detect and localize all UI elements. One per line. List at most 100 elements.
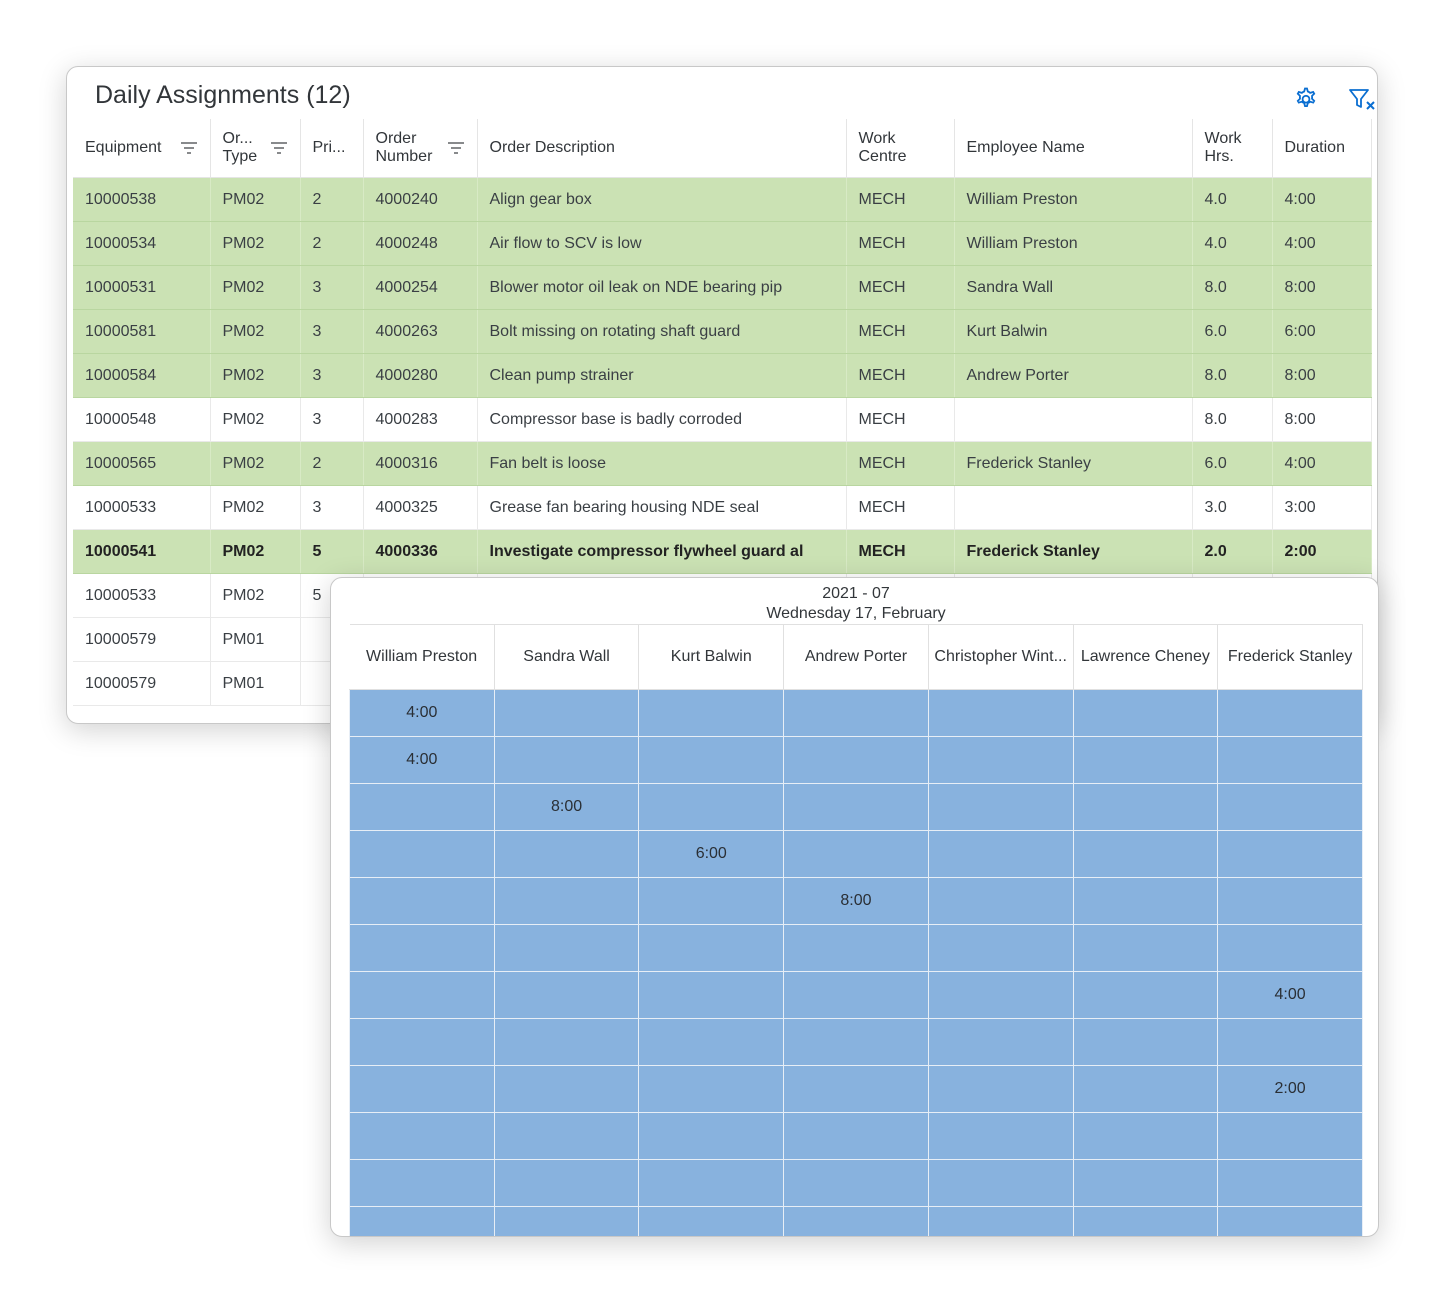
- calendar-slot[interactable]: [349, 830, 495, 878]
- calendar-slot[interactable]: [783, 830, 929, 878]
- column-header-work-hrs[interactable]: Work Hrs.: [1192, 119, 1273, 178]
- calendar-slot[interactable]: [1072, 783, 1219, 831]
- column-filter-icon[interactable]: [447, 141, 465, 155]
- calendar-slot[interactable]: [1072, 924, 1219, 972]
- calendar-slot[interactable]: [349, 783, 495, 831]
- calendar-slot[interactable]: 8:00: [493, 783, 640, 831]
- table-row[interactable]: 10000541 PM02 5 4000336 Investigate compress…: [73, 529, 1372, 574]
- calendar-slot[interactable]: [1217, 1018, 1363, 1066]
- calendar-slot[interactable]: [927, 1065, 1074, 1113]
- calendar-slot[interactable]: 4:00: [349, 736, 495, 784]
- calendar-slot[interactable]: [1217, 924, 1363, 972]
- calendar-slot[interactable]: [493, 1065, 640, 1113]
- calendar-slot[interactable]: [1217, 736, 1363, 784]
- calendar-slot[interactable]: 8:00: [783, 877, 929, 925]
- table-row[interactable]: 10000531 PM02 3 4000254 Blower motor oil lea…: [73, 265, 1372, 310]
- calendar-slot[interactable]: 4:00: [349, 689, 495, 737]
- calendar-slot[interactable]: [1217, 877, 1363, 925]
- calendar-slot[interactable]: [1072, 1018, 1219, 1066]
- calendar-slot[interactable]: [1072, 877, 1219, 925]
- column-header-equipment[interactable]: Equipment: [73, 119, 211, 178]
- calendar-slot[interactable]: [1072, 736, 1219, 784]
- calendar-slot[interactable]: [349, 1065, 495, 1113]
- calendar-slot[interactable]: [638, 1018, 785, 1066]
- calendar-slot[interactable]: [638, 1065, 785, 1113]
- calendar-slot[interactable]: 6:00: [638, 830, 785, 878]
- calendar-slot[interactable]: [783, 971, 929, 1019]
- calendar-slot[interactable]: [783, 1065, 929, 1113]
- calendar-slot[interactable]: [927, 1018, 1074, 1066]
- calendar-slot[interactable]: [1217, 830, 1363, 878]
- calendar-slot[interactable]: [1217, 689, 1363, 737]
- calendar-slot[interactable]: [1217, 1159, 1363, 1207]
- calendar-slot[interactable]: [493, 1206, 640, 1236]
- calendar-slot[interactable]: [783, 689, 929, 737]
- calendar-slot[interactable]: [783, 1159, 929, 1207]
- calendar-slot[interactable]: 2:00: [1217, 1065, 1363, 1113]
- calendar-slot[interactable]: [1217, 783, 1363, 831]
- calendar-slot[interactable]: [1072, 689, 1219, 737]
- calendar-slot[interactable]: [783, 924, 929, 972]
- calendar-slot[interactable]: [349, 971, 495, 1019]
- calendar-slot[interactable]: [783, 1112, 929, 1160]
- calendar-slot[interactable]: [1072, 830, 1219, 878]
- calendar-slot[interactable]: [349, 924, 495, 972]
- calendar-slot[interactable]: [927, 1112, 1074, 1160]
- calendar-slot[interactable]: [1217, 1112, 1363, 1160]
- gear-icon[interactable]: [1291, 85, 1319, 113]
- column-filter-icon[interactable]: [270, 141, 288, 155]
- calendar-slot[interactable]: [493, 1112, 640, 1160]
- calendar-slot[interactable]: [927, 971, 1074, 1019]
- calendar-slot[interactable]: [1072, 1159, 1219, 1207]
- calendar-slot[interactable]: [349, 1159, 495, 1207]
- calendar-slot[interactable]: [1072, 971, 1219, 1019]
- calendar-slot[interactable]: [493, 736, 640, 784]
- calendar-slot[interactable]: [349, 877, 495, 925]
- calendar-slot[interactable]: [927, 783, 1074, 831]
- table-row[interactable]: 10000581 PM02 3 4000263 Bolt missing on rota…: [73, 309, 1372, 354]
- calendar-slot[interactable]: [638, 924, 785, 972]
- calendar-slot[interactable]: [493, 1018, 640, 1066]
- column-header-priority[interactable]: Pri...: [300, 119, 364, 178]
- filter-clear-icon[interactable]: [1347, 85, 1377, 113]
- calendar-slot[interactable]: [783, 1206, 929, 1236]
- table-row[interactable]: 10000534 PM02 2 4000248 Air flow to SCV is l…: [73, 221, 1372, 266]
- calendar-slot[interactable]: [638, 971, 785, 1019]
- calendar-slot[interactable]: [1072, 1112, 1219, 1160]
- calendar-slot[interactable]: [493, 1159, 640, 1207]
- table-row[interactable]: 10000538 PM02 2 4000240 Align gear box MECH Wi…: [73, 177, 1372, 222]
- calendar-slot[interactable]: [1072, 1206, 1219, 1236]
- calendar-slot[interactable]: [493, 924, 640, 972]
- calendar-slot[interactable]: [927, 830, 1074, 878]
- column-header-employee-name[interactable]: Employee Name: [954, 119, 1193, 178]
- calendar-slot[interactable]: [493, 689, 640, 737]
- table-row[interactable]: 10000548 PM02 3 4000283 Compressor base is b…: [73, 397, 1372, 442]
- calendar-slot[interactable]: [638, 736, 785, 784]
- calendar-slot[interactable]: [638, 689, 785, 737]
- table-row[interactable]: 10000565 PM02 2 4000316 Fan belt is loose MEC…: [73, 441, 1372, 486]
- calendar-slot[interactable]: [927, 924, 1074, 972]
- calendar-slot[interactable]: [927, 1159, 1074, 1207]
- calendar-slot[interactable]: [1217, 1206, 1363, 1236]
- calendar-slot[interactable]: [493, 971, 640, 1019]
- calendar-slot[interactable]: [638, 877, 785, 925]
- calendar-slot[interactable]: [783, 736, 929, 784]
- column-header-order-number[interactable]: Order Number: [363, 119, 478, 178]
- calendar-slot[interactable]: [638, 1206, 785, 1236]
- column-header-order-type[interactable]: Or... Type: [210, 119, 301, 178]
- calendar-slot[interactable]: [349, 1206, 495, 1236]
- column-header-duration[interactable]: Duration: [1272, 119, 1372, 178]
- column-filter-icon[interactable]: [180, 141, 198, 155]
- calendar-slot[interactable]: [638, 783, 785, 831]
- calendar-slot[interactable]: [783, 1018, 929, 1066]
- column-header-work-centre[interactable]: Work Centre: [846, 119, 955, 178]
- calendar-slot[interactable]: [927, 689, 1074, 737]
- calendar-slot[interactable]: [638, 1112, 785, 1160]
- calendar-slot[interactable]: [349, 1112, 495, 1160]
- calendar-slot[interactable]: [783, 783, 929, 831]
- table-row[interactable]: 10000584 PM02 3 4000280 Clean pump strainer M…: [73, 353, 1372, 398]
- table-row[interactable]: 10000533 PM02 3 4000325 Grease fan bearing h…: [73, 485, 1372, 530]
- calendar-slot[interactable]: [927, 736, 1074, 784]
- calendar-slot[interactable]: [493, 877, 640, 925]
- column-header-order-description[interactable]: Order Description: [477, 119, 847, 178]
